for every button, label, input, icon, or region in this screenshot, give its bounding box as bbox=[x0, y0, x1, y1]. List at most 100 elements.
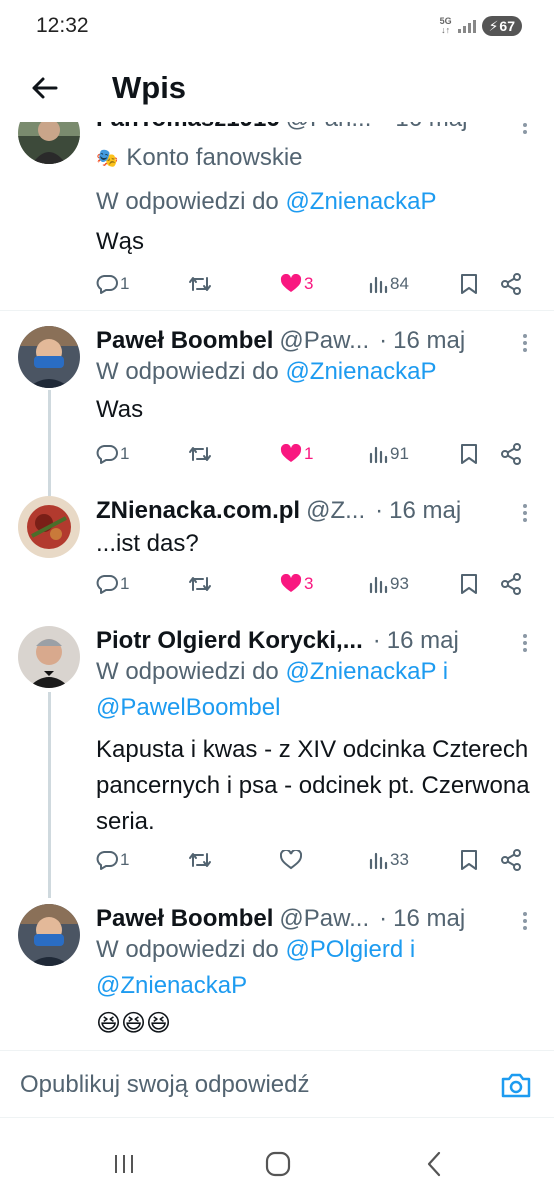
like-button[interactable] bbox=[280, 844, 302, 876]
badge-label: Konto fanowskie bbox=[126, 144, 303, 171]
reply-prefix: W odpowiedzi do bbox=[96, 936, 279, 963]
reply-context: W odpowiedzi do @ZnienackaP bbox=[96, 354, 538, 390]
heart-icon bbox=[280, 274, 302, 292]
back-button[interactable] bbox=[24, 68, 64, 108]
system-back-button[interactable] bbox=[414, 1148, 454, 1180]
author-handle[interactable]: @Z... bbox=[306, 497, 365, 525]
mention-link[interactable]: @ZnienackaP bbox=[285, 358, 436, 385]
views-icon bbox=[369, 852, 388, 870]
tweet-date[interactable]: 16 maj bbox=[393, 905, 465, 933]
home-button[interactable] bbox=[258, 1148, 298, 1180]
reply-button[interactable]: 1 bbox=[96, 568, 129, 600]
tweet-text: Was bbox=[96, 396, 144, 423]
views-button[interactable]: 93 bbox=[368, 568, 409, 600]
author-handle[interactable]: @Fan... bbox=[286, 122, 372, 133]
more-icon[interactable] bbox=[522, 912, 528, 930]
system-nav-bar bbox=[0, 1130, 554, 1200]
tweet-date[interactable]: 16 maj bbox=[395, 122, 467, 133]
retweet-button[interactable] bbox=[188, 844, 212, 876]
reply-icon bbox=[96, 445, 118, 464]
more-icon[interactable] bbox=[522, 122, 528, 134]
divider bbox=[0, 310, 554, 311]
recent-apps-button[interactable] bbox=[104, 1148, 144, 1180]
mention-link[interactable]: @ZnienackaP bbox=[285, 188, 436, 215]
share-icon bbox=[501, 573, 521, 595]
author-name[interactable]: ZNienacka.com.pl bbox=[96, 497, 300, 525]
reply-composer[interactable]: Opublikuj swoją odpowiedź bbox=[0, 1050, 554, 1118]
like-count: 1 bbox=[304, 444, 314, 463]
author-name[interactable]: FanTomasz1916 bbox=[96, 122, 280, 133]
retweet-button[interactable] bbox=[188, 268, 212, 300]
more-icon[interactable] bbox=[522, 334, 528, 352]
more-icon[interactable] bbox=[522, 504, 528, 522]
author-name[interactable]: Paweł Boombel bbox=[96, 327, 273, 355]
like-count: 3 bbox=[304, 574, 314, 593]
retweet-icon bbox=[189, 577, 211, 591]
tweet-actions: 1 1 91 bbox=[96, 438, 536, 470]
status-icons: 5G ↓↑ ⚡ 67 bbox=[440, 16, 522, 36]
more-icon[interactable] bbox=[522, 634, 528, 652]
camera-icon bbox=[501, 1073, 531, 1098]
tweet-item[interactable]: Piotr Olgierd Korycki,... · 16 maj W odp… bbox=[0, 620, 554, 892]
share-button[interactable] bbox=[500, 438, 522, 470]
views-button[interactable]: 33 bbox=[368, 844, 409, 876]
heart-icon bbox=[280, 574, 302, 592]
share-button[interactable] bbox=[500, 844, 522, 876]
avatar[interactable] bbox=[18, 904, 80, 966]
views-count: 84 bbox=[390, 274, 409, 293]
share-button[interactable] bbox=[500, 568, 522, 600]
author-name[interactable]: Piotr Olgierd Korycki,... bbox=[96, 627, 363, 655]
bookmark-button[interactable] bbox=[460, 568, 478, 600]
like-button[interactable]: 1 bbox=[280, 438, 313, 470]
reply-button[interactable]: 1 bbox=[96, 268, 129, 300]
author-handle[interactable]: @Paw... bbox=[279, 327, 369, 355]
avatar[interactable] bbox=[18, 326, 80, 388]
tweet-item[interactable]: ZNienacka.com.pl @Z... · 16 maj ...ist d… bbox=[0, 490, 554, 620]
separator-dot: · bbox=[375, 497, 384, 524]
tweet-date[interactable]: 16 maj bbox=[387, 627, 459, 655]
share-icon bbox=[501, 443, 521, 465]
views-icon bbox=[369, 446, 388, 464]
mention-link[interactable]: @PawelBoombel bbox=[96, 694, 280, 721]
author-name[interactable]: Paweł Boombel bbox=[96, 905, 273, 933]
mention-link[interactable]: @POlgierd bbox=[285, 936, 403, 963]
mention-link[interactable]: @ZnienackaP bbox=[285, 658, 436, 685]
mention-link[interactable]: @ZnienackaP bbox=[96, 972, 247, 999]
views-icon bbox=[369, 576, 388, 594]
home-icon bbox=[265, 1151, 291, 1177]
reply-count: 1 bbox=[120, 850, 130, 869]
reply-button[interactable]: 1 bbox=[96, 844, 129, 876]
tweet-date[interactable]: 16 maj bbox=[393, 327, 465, 355]
separator-dot: · bbox=[381, 122, 389, 133]
camera-button[interactable] bbox=[500, 1071, 532, 1099]
bookmark-button[interactable] bbox=[460, 438, 478, 470]
tweet-date[interactable]: 16 maj bbox=[389, 497, 461, 525]
share-button[interactable] bbox=[500, 268, 522, 300]
status-time: 12:32 bbox=[36, 14, 89, 37]
bookmark-icon bbox=[461, 444, 477, 464]
network-indicator: 5G ↓↑ bbox=[440, 17, 452, 35]
bookmark-button[interactable] bbox=[460, 844, 478, 876]
views-button[interactable]: 84 bbox=[368, 268, 409, 300]
reply-button[interactable]: 1 bbox=[96, 438, 129, 470]
tweet-header: Piotr Olgierd Korycki,... · 16 maj bbox=[96, 624, 534, 658]
views-button[interactable]: 91 bbox=[368, 438, 409, 470]
tweet-item[interactable]: Paweł Boombel @Paw... · 16 maj W odpowie… bbox=[0, 898, 554, 1050]
avatar[interactable] bbox=[18, 626, 80, 688]
reply-prefix: W odpowiedzi do bbox=[96, 358, 279, 385]
top-bar: Wpis bbox=[0, 56, 554, 122]
reply-count: 1 bbox=[120, 274, 130, 293]
like-button[interactable]: 3 bbox=[280, 268, 313, 300]
like-button[interactable]: 3 bbox=[280, 568, 313, 600]
author-handle[interactable]: @Paw... bbox=[279, 905, 369, 933]
tweet-item[interactable]: Paweł Boombel @Paw... · 16 maj W odpowie… bbox=[0, 320, 554, 490]
bookmark-button[interactable] bbox=[460, 268, 478, 300]
tweet-feed[interactable]: FanTomasz1916 @Fan... · 16 maj 🎭 Konto f… bbox=[0, 122, 554, 1050]
avatar[interactable] bbox=[18, 496, 80, 558]
status-bar: 12:32 5G ↓↑ ⚡ 67 bbox=[0, 0, 554, 56]
retweet-button[interactable] bbox=[188, 438, 212, 470]
retweet-button[interactable] bbox=[188, 568, 212, 600]
avatar[interactable] bbox=[18, 122, 80, 164]
reply-input[interactable]: Opublikuj swoją odpowiedź bbox=[20, 1071, 310, 1099]
views-count: 93 bbox=[390, 574, 409, 593]
